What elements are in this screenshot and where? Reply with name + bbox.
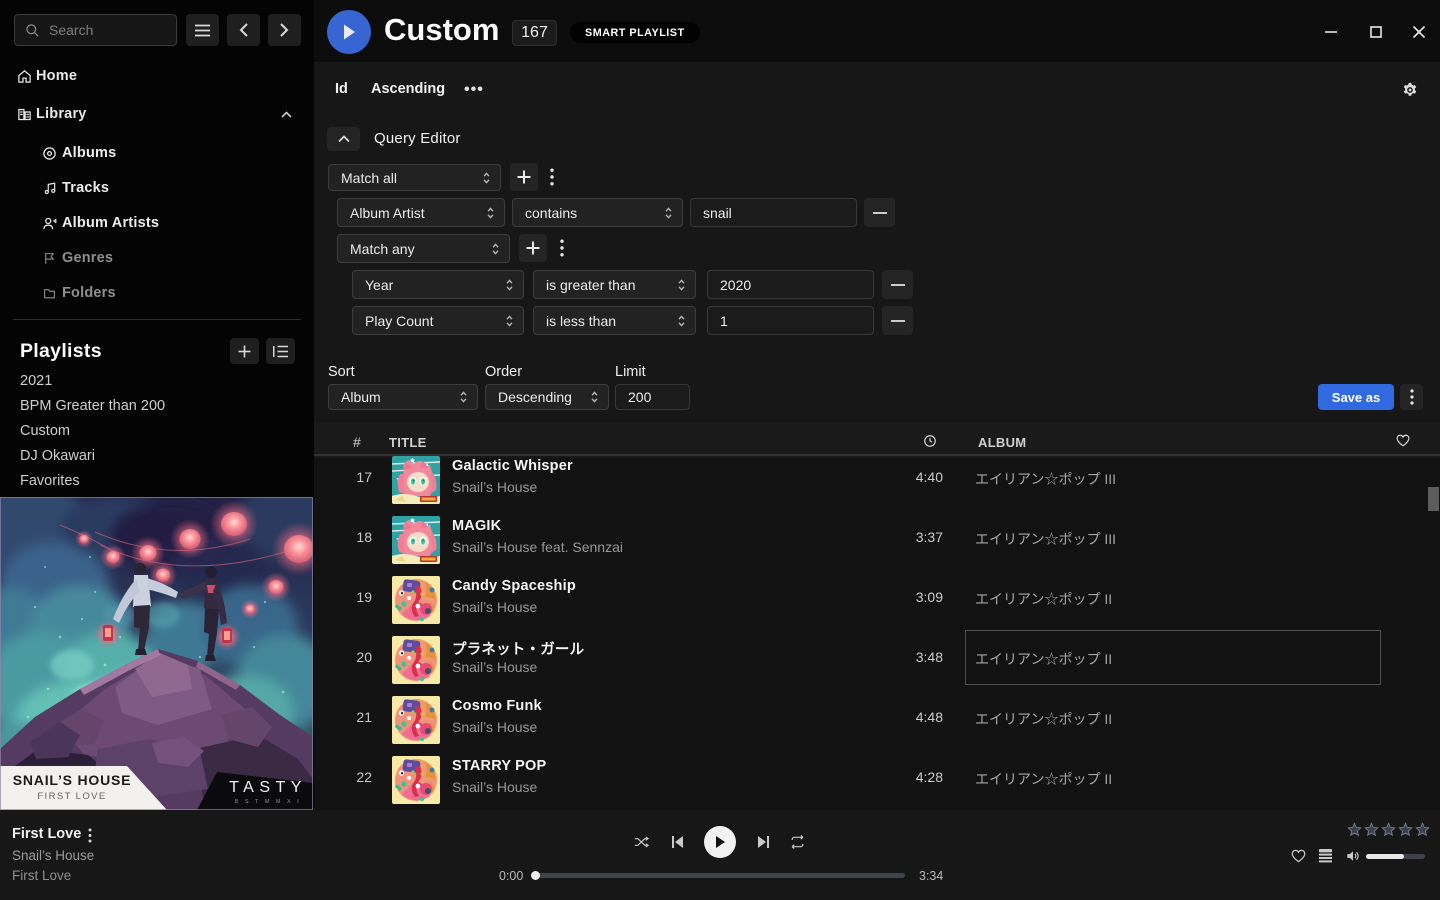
svg-text:B S T M M X I: B S T M M X I: [235, 799, 302, 805]
svg-text:SNAIL’S HOUSE: SNAIL’S HOUSE: [13, 772, 132, 788]
svg-text:TASTY: TASTY: [229, 779, 307, 796]
svg-text:FIRST LOVE: FIRST LOVE: [37, 791, 106, 802]
